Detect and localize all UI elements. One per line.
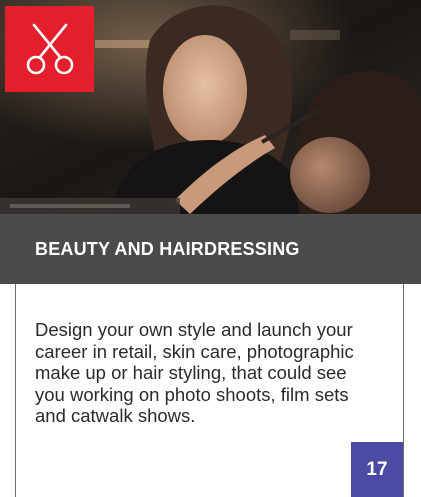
course-description: Design your own style and launch your ca… bbox=[35, 319, 354, 426]
scissors-badge bbox=[5, 6, 94, 92]
course-card: BEAUTY AND HAIRDRESSING Design your own … bbox=[0, 0, 421, 497]
course-title: BEAUTY AND HAIRDRESSING bbox=[35, 238, 300, 259]
page-number-badge: 17 bbox=[351, 442, 403, 497]
title-band: BEAUTY AND HAIRDRESSING bbox=[0, 214, 421, 284]
scissors-icon bbox=[26, 23, 73, 75]
